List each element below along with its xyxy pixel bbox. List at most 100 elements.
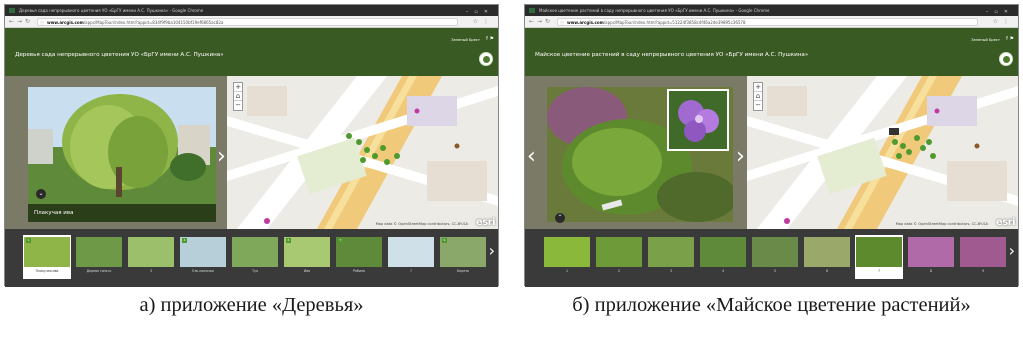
carousel-next-icon[interactable]: › — [1009, 243, 1015, 259]
thumbnail-label: 4 — [721, 269, 725, 273]
next-photo-icon[interactable]: › — [217, 146, 226, 168]
photo-caption: Плакучая ива — [28, 204, 216, 222]
thumbnail-item[interactable]: 5 — [751, 235, 799, 279]
map-canvas[interactable] — [227, 76, 498, 229]
favicon-icon — [9, 8, 15, 13]
next-photo-icon[interactable]: › — [736, 146, 745, 168]
thumbnail-number-badge: 4 — [182, 238, 187, 243]
thumbnail-label: 3 — [149, 269, 153, 273]
reload-icon[interactable]: ↻ — [25, 18, 30, 26]
zoom-in-icon[interactable]: + — [234, 83, 242, 92]
thumbnail-item[interactable]: 8 — [907, 235, 955, 279]
thumbnail-label: 5 — [773, 269, 777, 273]
collapse-caption-icon[interactable]: ⌃ — [555, 213, 565, 223]
map-canvas[interactable] — [747, 76, 1018, 229]
thumbnail-item[interactable]: 1 Плакучая ива — [23, 235, 71, 279]
url-field[interactable]: ⓘ www.arcgis.com/apps/MapTour/index.html… — [557, 18, 978, 26]
window-controls[interactable]: –▫✕ — [986, 7, 1014, 16]
willow-photo — [28, 87, 216, 222]
share-icon[interactable]: f ⚑ — [486, 36, 494, 42]
forward-icon[interactable]: → — [17, 18, 22, 26]
thumbnail-label: 8 — [929, 269, 933, 273]
thumbnail-item[interactable]: 6 Ива — [283, 235, 331, 279]
header-link[interactable]: Зеленый Брест — [451, 38, 480, 42]
header-link[interactable]: Зеленый Брест — [971, 38, 1000, 42]
window-title: Деревья сада непрерывного цветения УО «Б… — [19, 8, 204, 13]
url-host: www.arcgis.com — [47, 20, 84, 25]
thumbnail-label: 2 — [617, 269, 621, 273]
screenshot-may-bloom-app: Майское цветение растений в саду непреры… — [524, 4, 1019, 287]
thumbnail-label: 7 — [409, 269, 413, 273]
thumbnail-image — [232, 237, 278, 267]
window-controls[interactable]: –▫✕ — [466, 7, 494, 16]
thumbnail-item[interactable]: 3 — [127, 235, 175, 279]
thumbnail-item[interactable]: 7 Рябина — [335, 235, 383, 279]
map-view[interactable]: + ⌂ − Map data © OpenStreetMap contribut… — [747, 76, 1018, 229]
zoom-out-icon[interactable]: − — [754, 101, 762, 110]
thumbnail-item[interactable]: 9 — [959, 235, 1007, 279]
thumbnail-label: Береза — [457, 269, 469, 273]
thumbnail-item[interactable]: 3 — [647, 235, 695, 279]
back-icon[interactable]: ← — [9, 18, 14, 26]
thumbnail-image — [856, 237, 902, 267]
collapse-caption-icon[interactable]: ⌄ — [36, 189, 46, 199]
thumbnail-item[interactable]: 9 Береза — [439, 235, 487, 279]
zoom-in-icon[interactable]: + — [754, 83, 762, 92]
carousel-next-icon[interactable]: › — [489, 243, 495, 259]
thumbnail-label: Рябина — [353, 269, 365, 273]
thumbnail-item[interactable]: 6 — [803, 235, 851, 279]
main-photo: Плакучая ива — [28, 87, 216, 222]
url-host: www.arcgis.com — [567, 20, 604, 25]
thumbnail-label: 7 — [877, 269, 881, 273]
url-path: /apps/MapTour/index.html?appid=51224f385… — [603, 20, 746, 25]
url-path: /apps/MapTour/index.html?appid=834f9f9ba… — [83, 20, 224, 25]
thumbnail-label: 1 — [565, 269, 569, 273]
map-attribution: Map data © OpenStreetMap contributors, C… — [375, 222, 468, 226]
thumbnail-image — [128, 237, 174, 267]
app-header: Деревья сада непрерывного цветения УО «Б… — [5, 28, 498, 76]
map-attribution: Map data © OpenStreetMap contributors, C… — [895, 222, 988, 226]
forward-icon[interactable]: → — [537, 18, 542, 26]
thumbnail-label: Ель колючая — [192, 269, 214, 273]
thumbnail-number-badge: 9 — [442, 238, 447, 243]
share-icon[interactable]: f ⚑ — [1006, 36, 1014, 42]
thumbnail-number-badge: 7 — [338, 238, 343, 243]
browser-title-bar: Майское цветение растений в саду непреры… — [525, 5, 1018, 16]
home-icon[interactable]: ⌂ — [754, 92, 762, 101]
home-icon[interactable]: ⌂ — [234, 92, 242, 101]
thumbnail-carousel: 1 Плакучая ива Дерево гинкго 3 4 Ель кол… — [5, 229, 498, 287]
thumbnail-item[interactable]: Туя — [231, 235, 279, 279]
esri-logo: esri — [995, 217, 1016, 228]
favicon-icon — [529, 8, 535, 13]
thumbnail-item[interactable]: 4 — [699, 235, 747, 279]
app-logo — [999, 52, 1013, 66]
thumbnail-number-badge: 6 — [286, 238, 291, 243]
thumbnail-image — [908, 237, 954, 267]
thumbnail-label: Ива — [303, 269, 311, 273]
browser-tool-icons[interactable]: ☆⋮ — [473, 18, 494, 26]
zoom-controls[interactable]: + ⌂ − — [753, 82, 763, 111]
thumbnail-item[interactable]: 4 Ель колючая — [179, 235, 227, 279]
map-view[interactable]: + ⌂ − Map data © OpenStreetMap contribut… — [227, 76, 498, 229]
thumbnail-label: 3 — [669, 269, 673, 273]
url-field[interactable]: ⓘ www.arcgis.com/apps/MapTour/index.html… — [37, 18, 458, 26]
reload-icon[interactable]: ↻ — [545, 18, 550, 26]
browser-tool-icons[interactable]: ☆⋮ — [993, 18, 1014, 26]
thumbnail-item[interactable]: Дерево гинкго — [75, 235, 123, 279]
thumbnail-image — [76, 237, 122, 267]
thumbnail-item[interactable]: 2 — [595, 235, 643, 279]
thumbnail-label: Плакучая ива — [35, 269, 59, 273]
thumbnail-item[interactable]: 7 — [855, 235, 903, 279]
thumbnail-item[interactable]: 1 — [543, 235, 591, 279]
zoom-controls[interactable]: + ⌂ − — [233, 82, 243, 111]
thumbnail-image — [596, 237, 642, 267]
thumbnail-label: Дерево гинкго — [86, 269, 112, 273]
thumbnail-label: 9 — [981, 269, 985, 273]
app-title: Деревья сада непрерывного цветения УО «Б… — [15, 52, 224, 58]
prev-photo-icon[interactable]: ‹ — [527, 146, 536, 168]
browser-address-bar: ← → ↻ ⓘ www.arcgis.com/apps/MapTour/inde… — [525, 16, 1018, 28]
main-photo — [547, 87, 733, 222]
back-icon[interactable]: ← — [529, 18, 534, 26]
thumbnail-item[interactable]: 7 — [387, 235, 435, 279]
zoom-out-icon[interactable]: − — [234, 101, 242, 110]
